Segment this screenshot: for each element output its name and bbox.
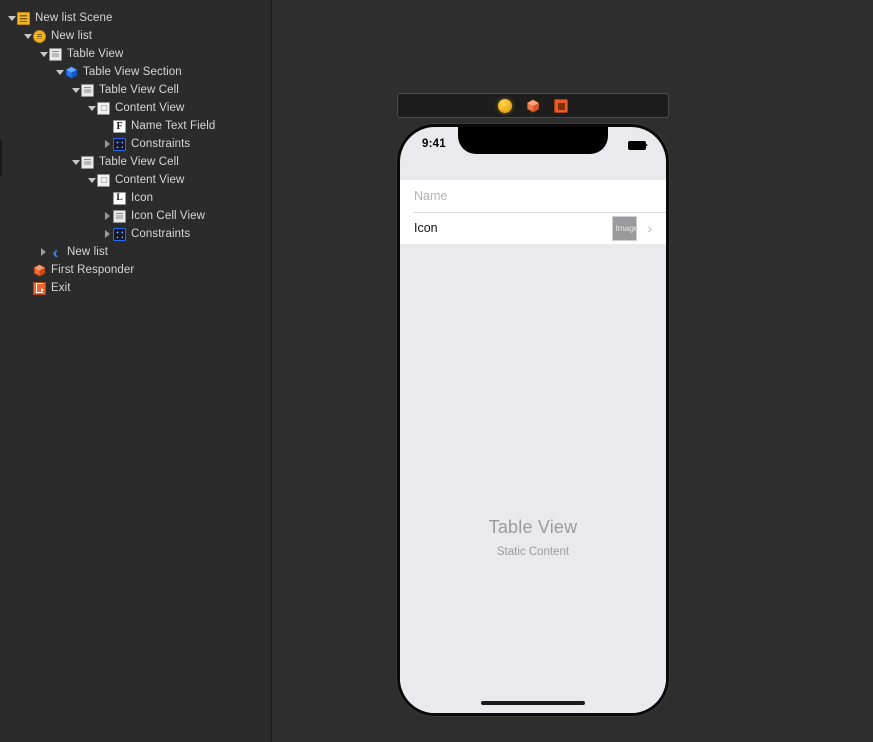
status-bar-time: 9:41 bbox=[422, 138, 446, 150]
outline-row[interactable]: New list Scene bbox=[0, 9, 271, 27]
exit-icon bbox=[33, 281, 46, 295]
outline-row-label: Name Text Field bbox=[131, 120, 216, 132]
table-view-cell-icon bbox=[81, 155, 94, 169]
no-disclosure-spacer bbox=[102, 189, 113, 207]
table-view-placeholder-subtitle: Static Content bbox=[496, 546, 570, 558]
disclosure-triangle-closed-icon[interactable] bbox=[102, 135, 113, 153]
content-view-icon bbox=[97, 101, 110, 115]
exit-dock-icon[interactable] bbox=[554, 98, 568, 113]
scene-dock[interactable] bbox=[397, 93, 669, 118]
table-view-icon bbox=[113, 209, 126, 223]
table-view[interactable]: Name Icon Image › Table View Static Cont… bbox=[400, 180, 666, 713]
outline-row-label: Exit bbox=[51, 282, 71, 294]
no-disclosure-spacer bbox=[102, 117, 113, 135]
device-notch bbox=[458, 127, 608, 154]
battery-icon bbox=[628, 141, 648, 150]
outline-row[interactable]: Exit bbox=[0, 279, 271, 297]
iphone-device-frame[interactable]: 9:41 Name Icon Image › Table View Static… bbox=[397, 124, 669, 716]
disclosure-triangle-open-icon[interactable] bbox=[54, 63, 65, 81]
outline-row[interactable]: Icon Cell View bbox=[0, 207, 271, 225]
view-controller-dock-icon[interactable] bbox=[498, 98, 512, 113]
outline-row-label: Table View bbox=[67, 48, 124, 60]
outline-row[interactable]: Table View Section bbox=[0, 63, 271, 81]
table-view-placeholder: Table View Static Content bbox=[400, 517, 666, 558]
outline-row[interactable]: Content View bbox=[0, 171, 271, 189]
outline-row[interactable]: New list bbox=[0, 27, 271, 45]
xcode-interface-builder: New list Scene New list Table View Table Vi… bbox=[0, 0, 873, 742]
disclosure-chevron-icon[interactable]: › bbox=[647, 221, 652, 235]
outline-row[interactable]: Table View Cell bbox=[0, 81, 271, 99]
table-view-icon bbox=[49, 47, 62, 61]
table-view-empty-area: Table View Static Content bbox=[400, 249, 666, 713]
table-view-cell-icon[interactable]: Icon Image › bbox=[400, 212, 666, 244]
view-controller-icon bbox=[33, 29, 46, 43]
no-disclosure-spacer bbox=[22, 279, 33, 297]
outline-row-label: Constraints bbox=[131, 228, 191, 240]
constraints-icon bbox=[113, 227, 126, 241]
outline-row-label: Table View Cell bbox=[99, 84, 179, 96]
outline-row[interactable]: Table View bbox=[0, 45, 271, 63]
outline-row-label: Table View Cell bbox=[99, 156, 179, 168]
outline-row[interactable]: Table View Cell bbox=[0, 153, 271, 171]
outline-row-label: First Responder bbox=[51, 264, 135, 276]
text-field-icon bbox=[113, 119, 126, 133]
table-view-cell-icon bbox=[81, 83, 94, 97]
navigation-item-icon bbox=[49, 246, 62, 259]
outline-row[interactable]: Constraints bbox=[0, 135, 271, 153]
first-responder-dock-icon[interactable] bbox=[526, 98, 540, 113]
disclosure-triangle-open-icon[interactable] bbox=[6, 9, 17, 27]
first-responder-icon bbox=[33, 263, 46, 277]
outline-row[interactable]: Icon bbox=[0, 189, 271, 207]
outline-row-label: Icon bbox=[131, 192, 154, 204]
scene-icon bbox=[17, 11, 30, 25]
disclosure-triangle-open-icon[interactable] bbox=[22, 27, 33, 45]
outline-row-label: Content View bbox=[115, 102, 185, 114]
outline-row[interactable]: First Responder bbox=[0, 261, 271, 279]
disclosure-triangle-closed-icon[interactable] bbox=[102, 207, 113, 225]
outline-row-label: New list bbox=[51, 30, 93, 42]
table-view-cell-name[interactable]: Name bbox=[400, 180, 666, 212]
disclosure-triangle-open-icon[interactable] bbox=[70, 153, 81, 171]
content-view-icon bbox=[97, 173, 110, 187]
outline-row-label: Icon Cell View bbox=[131, 210, 206, 222]
icon-cell-label: Icon bbox=[414, 221, 438, 235]
disclosure-triangle-closed-icon[interactable] bbox=[38, 243, 49, 261]
disclosure-triangle-closed-icon[interactable] bbox=[102, 225, 113, 243]
disclosure-triangle-open-icon[interactable] bbox=[38, 45, 49, 63]
outline-row-label: New list Scene bbox=[35, 12, 113, 24]
constraints-icon bbox=[113, 137, 126, 151]
section-cube-icon bbox=[65, 65, 78, 79]
disclosure-triangle-open-icon[interactable] bbox=[70, 81, 81, 99]
device-screen[interactable]: 9:41 Name Icon Image › Table View Static… bbox=[400, 127, 666, 713]
no-disclosure-spacer bbox=[22, 261, 33, 279]
outline-row-label: Constraints bbox=[131, 138, 191, 150]
outline-row-label: New list bbox=[67, 246, 109, 258]
home-indicator bbox=[481, 701, 585, 705]
outline-row-label: Content View bbox=[115, 174, 185, 186]
disclosure-triangle-open-icon[interactable] bbox=[86, 99, 97, 117]
table-view-placeholder-title: Table View bbox=[488, 517, 578, 537]
outline-row-label: Table View Section bbox=[83, 66, 182, 78]
image-placeholder-icon: Image bbox=[612, 215, 638, 241]
document-outline-panel[interactable]: New list Scene New list Table View Table Vi… bbox=[0, 0, 272, 742]
label-icon bbox=[113, 191, 126, 205]
outline-row[interactable]: Name Text Field bbox=[0, 117, 271, 135]
outline-row[interactable]: Constraints bbox=[0, 225, 271, 243]
storyboard-canvas[interactable]: 9:41 Name Icon Image › Table View Static… bbox=[272, 0, 873, 742]
name-text-field-placeholder[interactable]: Name bbox=[414, 189, 447, 203]
image-placeholder-label: Image bbox=[615, 223, 638, 233]
disclosure-triangle-open-icon[interactable] bbox=[86, 171, 97, 189]
outline-row[interactable]: New list bbox=[0, 243, 271, 261]
outline-row[interactable]: Content View bbox=[0, 99, 271, 117]
